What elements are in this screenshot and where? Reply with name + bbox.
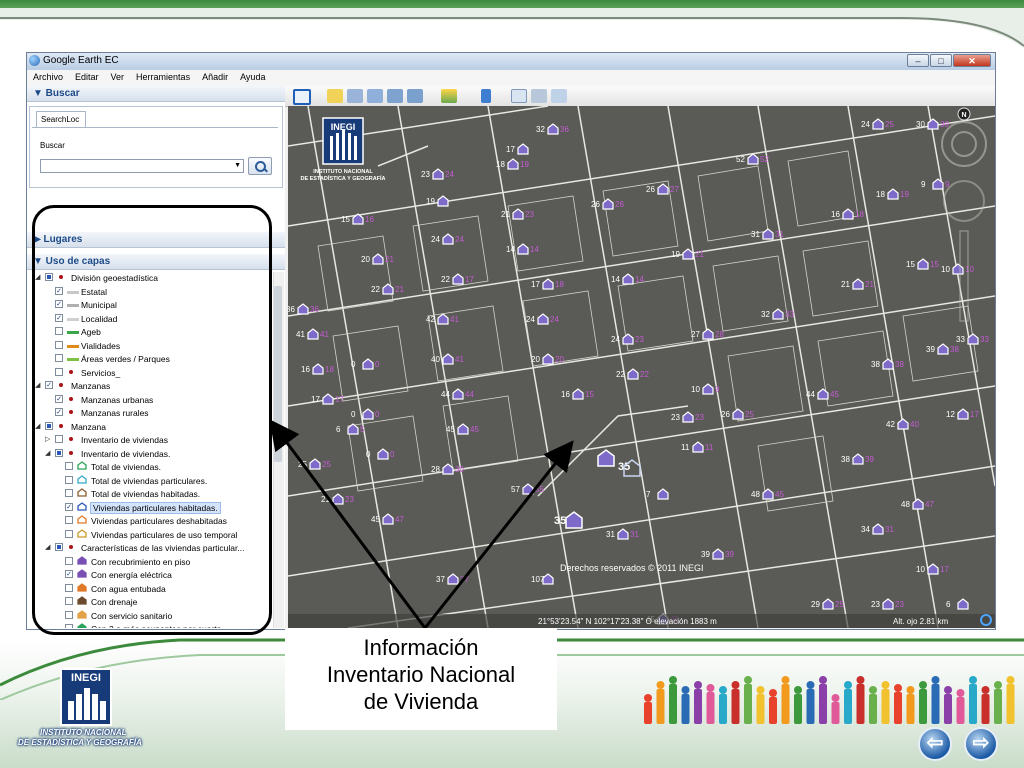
previous-slide-button[interactable]: ⇦ <box>918 727 952 761</box>
callout-line-1: Información <box>363 635 479 660</box>
next-slide-button[interactable]: ⇨ <box>964 727 998 761</box>
inegi-logo: INEGI <box>60 668 112 726</box>
callout-line-3: de Vivienda <box>363 689 479 714</box>
inegi-sub-line-1: INSTITUTO NACIONAL <box>40 728 127 737</box>
callout-line-2: Inventario Nacional <box>326 662 516 687</box>
people-banner-icon <box>644 676 1015 724</box>
inegi-sub-line-2: DE ESTADÍSTICA Y GEOGRAFÍA <box>18 738 142 747</box>
inegi-logo-text: INEGI <box>71 672 101 684</box>
inegi-institution-name: INSTITUTO NACIONAL DE ESTADÍSTICA Y GEOG… <box>18 728 168 748</box>
info-callout: Información Inventario Nacional de Vivie… <box>285 628 557 730</box>
